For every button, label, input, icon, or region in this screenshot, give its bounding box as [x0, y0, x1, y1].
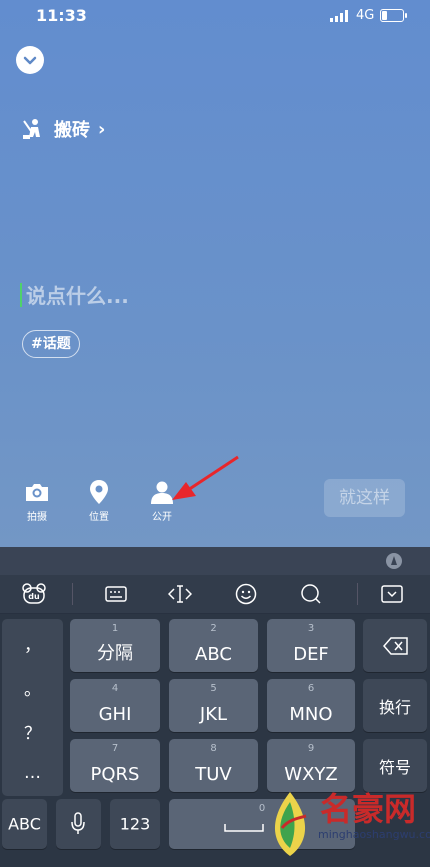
punct-key[interactable]: 。: [2, 675, 63, 700]
toolbar-divider: [357, 583, 358, 605]
key-6[interactable]: 6 MNO: [267, 679, 355, 732]
keyboard-icon[interactable]: [102, 581, 130, 607]
post-composer-screen: 11:33 4G 搬砖 › 说点什么... #话题 拍摄 位置 公开 就这样: [0, 0, 430, 547]
key-1[interactable]: 1 分隔: [70, 619, 160, 672]
microphone-icon: [71, 812, 85, 834]
keyboard-toolbar: du: [0, 575, 430, 614]
backspace-key[interactable]: [363, 619, 427, 672]
voice-key[interactable]: [56, 799, 101, 849]
du-logo-icon[interactable]: du: [20, 581, 48, 607]
key-7[interactable]: 7 PQRS: [70, 739, 160, 792]
key-2[interactable]: 2 ABC: [169, 619, 258, 672]
collapse-keyboard-icon[interactable]: [378, 581, 406, 607]
abc-key[interactable]: ABC: [2, 799, 47, 849]
backspace-icon: [383, 637, 408, 655]
toolbar-divider: [72, 583, 73, 605]
punct-key[interactable]: ，: [2, 631, 63, 656]
keyboard-top-strip: [0, 547, 430, 575]
search-icon[interactable]: [297, 581, 325, 607]
newline-key[interactable]: 换行: [363, 679, 427, 732]
keyboard-lock-icon[interactable]: [385, 552, 403, 570]
svg-text:du: du: [28, 592, 40, 601]
emoji-icon[interactable]: [232, 581, 260, 607]
punctuation-column: ， 。 ？ …: [2, 619, 63, 796]
key-8[interactable]: 8 TUV: [169, 739, 258, 792]
watermark-title: 名豪网: [320, 790, 417, 828]
numbers-key[interactable]: 123: [110, 799, 160, 849]
key-3[interactable]: 3 DEF: [267, 619, 355, 672]
punct-key[interactable]: …: [2, 763, 63, 783]
cursor-move-icon[interactable]: [166, 581, 194, 607]
annotation-arrow: [172, 455, 239, 500]
key-4[interactable]: 4 GHI: [70, 679, 160, 732]
key-5[interactable]: 5 JKL: [169, 679, 258, 732]
site-watermark: 名豪网 minghaoshangwu.com: [258, 780, 430, 867]
watermark-url: minghaoshangwu.com: [318, 828, 430, 841]
punct-key[interactable]: ？: [2, 719, 63, 744]
leaf-logo-icon: [274, 792, 307, 856]
